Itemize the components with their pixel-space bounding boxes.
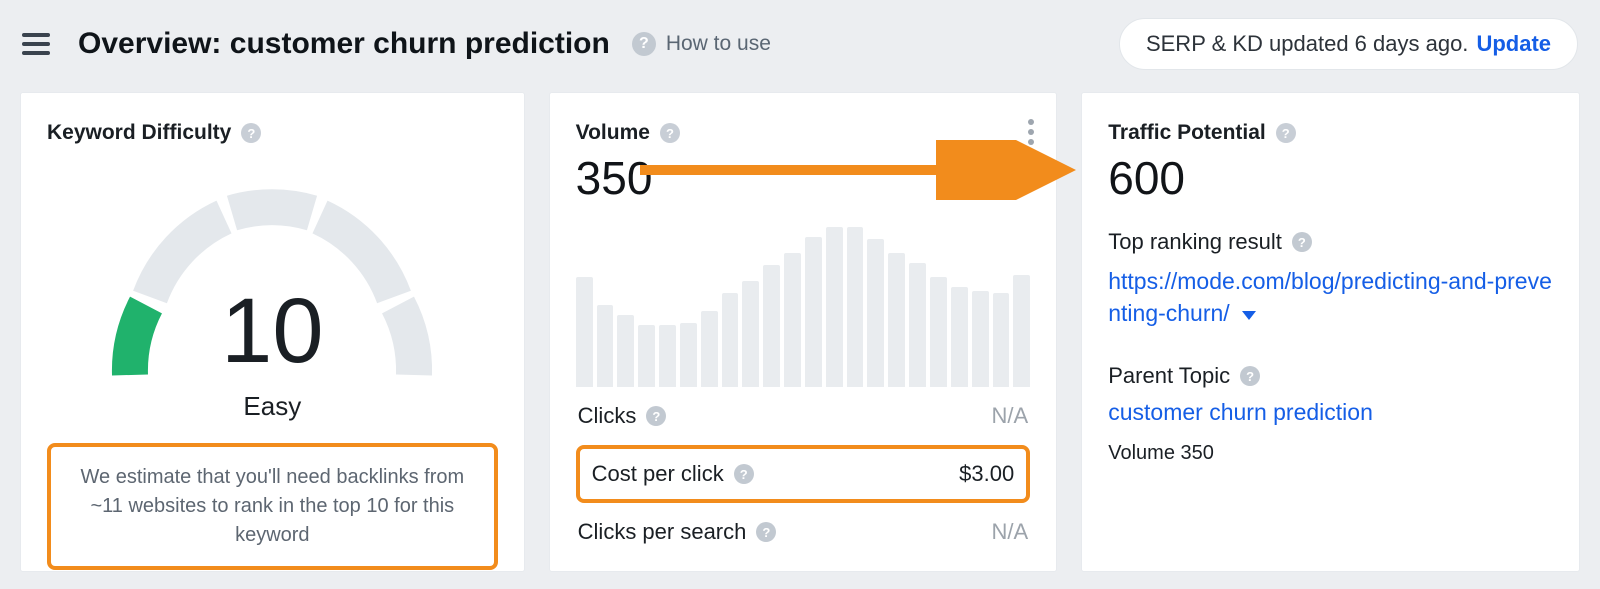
help-icon[interactable]: ? [756, 522, 776, 542]
clicks-value: N/A [992, 403, 1029, 429]
menu-icon[interactable] [22, 27, 56, 61]
how-to-use-label: How to use [666, 32, 771, 56]
kd-estimate-note: We estimate that you'll need backlinks f… [47, 443, 498, 570]
chevron-down-icon[interactable] [1242, 311, 1256, 320]
trend-bar [701, 311, 718, 387]
serp-update-pill: SERP & KD updated 6 days ago. Update [1119, 18, 1578, 70]
help-icon[interactable]: ? [646, 406, 666, 426]
trend-bar [993, 293, 1010, 387]
trend-bar [638, 325, 655, 387]
cpc-value: $3.00 [959, 461, 1014, 487]
kd-title: Keyword Difficulty [47, 121, 231, 145]
trend-bar [576, 277, 593, 387]
help-icon[interactable]: ? [1240, 366, 1260, 386]
title-keyword: customer churn prediction [230, 27, 610, 60]
trend-bar [659, 325, 676, 387]
volume-card: Volume ? 350 Clicks ? N/A Cost per click… [549, 92, 1058, 572]
update-link[interactable]: Update [1476, 31, 1551, 57]
page-title: Overview: customer churn prediction [78, 27, 610, 61]
top-result-label: Top ranking result [1108, 229, 1282, 255]
help-icon[interactable]: ? [734, 464, 754, 484]
cpc-label: Cost per click [592, 461, 724, 487]
volume-value: 350 [576, 151, 1031, 205]
trend-bar [617, 315, 634, 387]
tp-title: Traffic Potential [1108, 121, 1266, 145]
parent-topic-link[interactable]: customer churn prediction [1108, 399, 1553, 426]
traffic-potential-card: Traffic Potential ? 600 Top ranking resu… [1081, 92, 1580, 572]
trend-bar [722, 293, 739, 387]
trend-bar [763, 265, 780, 387]
clicks-row: Clicks ? N/A [576, 387, 1031, 445]
cps-label: Clicks per search [578, 519, 747, 545]
top-result-link[interactable]: https://mode.com/blog/predicting-and-pre… [1108, 265, 1553, 329]
serp-update-text: SERP & KD updated 6 days ago. [1146, 31, 1468, 57]
keyword-difficulty-card: Keyword Difficulty ? 10 Easy We estimate… [20, 92, 525, 572]
trend-bar [805, 237, 822, 387]
trend-bar [826, 227, 843, 387]
trend-bar [909, 263, 926, 387]
help-icon[interactable]: ? [1276, 123, 1296, 143]
trend-bar [847, 227, 864, 387]
volume-trend-chart [576, 227, 1031, 387]
clicks-label: Clicks [578, 403, 637, 429]
trend-bar [867, 239, 884, 387]
top-result-url: https://mode.com/blog/predicting-and-pre… [1108, 268, 1552, 326]
help-icon[interactable]: ? [660, 123, 680, 143]
trend-bar [742, 281, 759, 387]
trend-bar [888, 253, 905, 387]
how-to-use-link[interactable]: ? How to use [632, 32, 771, 56]
trend-bar [972, 291, 989, 387]
volume-title: Volume [576, 121, 650, 145]
parent-topic-volume: Volume 350 [1108, 442, 1553, 465]
cps-row: Clicks per search ? N/A [576, 503, 1031, 561]
parent-topic-label: Parent Topic [1108, 363, 1230, 389]
cps-value: N/A [992, 519, 1029, 545]
help-icon[interactable]: ? [241, 123, 261, 143]
kd-score: 10 [47, 279, 498, 384]
trend-bar [597, 305, 614, 387]
cpc-row: Cost per click ? $3.00 [576, 445, 1031, 503]
trend-bar [784, 253, 801, 387]
help-icon[interactable]: ? [1292, 232, 1312, 252]
kd-label: Easy [47, 391, 498, 422]
trend-bar [680, 323, 697, 387]
trend-bar [1013, 275, 1030, 387]
trend-bar [951, 287, 968, 387]
volume-menu-icon[interactable] [1028, 119, 1034, 145]
tp-value: 600 [1108, 151, 1553, 205]
trend-bar [930, 277, 947, 387]
title-prefix: Overview: [78, 27, 221, 60]
kd-gauge: 10 Easy [47, 175, 498, 435]
help-icon: ? [632, 32, 656, 56]
